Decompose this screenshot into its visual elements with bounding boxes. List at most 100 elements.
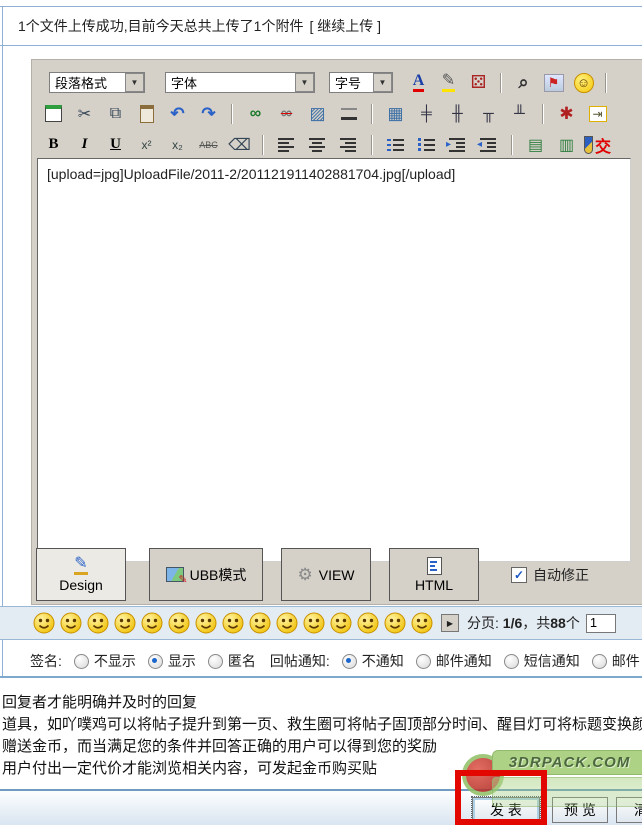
emoticon-angry-icon[interactable] [357, 612, 379, 634]
post-options-bar: 签名: 不显示显示匿名 回帖通知: 不通知邮件通知短信通知邮件 [0, 646, 642, 678]
emoticon-wink-icon[interactable] [195, 612, 217, 634]
split-cell-icon: ╪ [421, 105, 432, 122]
dropdown-arrow-icon[interactable]: ▼ [295, 73, 314, 92]
dropdown-arrow-icon[interactable]: ▼ [373, 73, 392, 92]
outdent-icon [480, 138, 497, 152]
notify-radio-1[interactable] [416, 654, 431, 669]
emoticon-surprised-icon[interactable] [411, 612, 433, 634]
paste-word-icon[interactable]: ▤ [522, 132, 549, 157]
design-icon: ✎ [74, 556, 87, 575]
emoticon-soldier-icon[interactable] [276, 612, 298, 634]
signature-label-1: 显示 [168, 651, 196, 671]
emoticon-pout-icon[interactable] [303, 612, 325, 634]
outdent-icon[interactable] [475, 132, 502, 157]
indent-icon[interactable] [444, 132, 471, 157]
emoticon-doubt-icon[interactable] [249, 612, 271, 634]
redo-icon[interactable]: ↷ [195, 101, 222, 126]
emoticon-laugh-icon[interactable] [33, 612, 55, 634]
font-select[interactable]: 字体 ▼ [165, 72, 315, 93]
align-center-icon[interactable] [304, 132, 331, 157]
notify-radio-3[interactable] [592, 654, 607, 669]
security-text: 交 [595, 133, 611, 157]
editor-mode-row: ✎ Design UBB模式 ⚙ VIEW HTML ✓ 自动修正 [36, 548, 589, 601]
color-wheel-icon: ✱ [559, 104, 573, 124]
horizontal-rule-icon[interactable] [335, 101, 362, 126]
autocorrect-checkbox[interactable]: ✓ [511, 567, 527, 583]
toolbar-separator [262, 135, 264, 155]
upload-status-text: 1个文件上传成功,目前今天总共上传了1个附件 [18, 16, 303, 36]
remove-link-icon[interactable]: ∞ [273, 101, 300, 126]
font-color-icon[interactable]: A [405, 70, 432, 95]
underline-icon[interactable]: U [102, 132, 129, 157]
cut-icon[interactable]: ✂ [71, 101, 98, 126]
highlight-icon[interactable]: ✎ [435, 70, 462, 95]
undo-icon: ↶ [170, 104, 184, 124]
paragraph-format-select[interactable]: 段落格式 ▼ [49, 72, 145, 93]
emoticon-icon[interactable]: ☺ [570, 70, 597, 95]
subscript-icon[interactable]: x₂ [164, 132, 191, 157]
signature-radio-1[interactable] [148, 654, 163, 669]
insert-row-icon[interactable]: ╥ [475, 101, 502, 126]
watermark-text: 3DRPACK.COM [509, 754, 631, 771]
undo-icon[interactable]: ↶ [164, 101, 191, 126]
emoticon-wave-icon[interactable] [330, 612, 352, 634]
ubb-icon [166, 567, 184, 582]
signature-radio-0[interactable] [74, 654, 89, 669]
emoticon-cool-icon[interactable] [141, 612, 163, 634]
emoticon-furious-icon[interactable] [168, 612, 190, 634]
pagination-page: 1/6 [503, 615, 522, 631]
notify-radio-0[interactable] [342, 654, 357, 669]
split-cell-icon[interactable]: ╪ [413, 101, 440, 126]
notify-radio-2[interactable] [504, 654, 519, 669]
insert-row-icon: ╥ [483, 105, 494, 122]
pagination-total: 88 [550, 615, 566, 631]
paste-icon[interactable] [133, 101, 160, 126]
color-wheel-icon[interactable]: ✱ [553, 101, 580, 126]
emoticon-page-input[interactable]: 1 [586, 614, 616, 633]
copy-icon[interactable]: ⧉ [102, 101, 129, 126]
security-shield-icon[interactable]: 交 [584, 132, 611, 157]
design-mode-button[interactable]: ✎ Design [36, 548, 126, 601]
dropdown-arrow-icon[interactable]: ▼ [125, 73, 144, 92]
italic-icon[interactable]: I [71, 132, 98, 157]
paste-text-icon[interactable]: ▥ [553, 132, 580, 157]
translate-flag-icon[interactable]: ⚑ [540, 70, 567, 95]
signature-radio-2[interactable] [208, 654, 223, 669]
find-icon[interactable]: ⌕ [510, 70, 537, 95]
unordered-list-icon[interactable] [413, 132, 440, 157]
emoticon-cry-icon[interactable] [384, 612, 406, 634]
superscript-icon[interactable]: x² [133, 132, 160, 157]
publish-highlight-box [455, 770, 547, 825]
insert-image-icon[interactable]: ▨ [304, 101, 331, 126]
emoticon-blush-icon[interactable] [114, 612, 136, 634]
align-right-icon[interactable] [335, 132, 362, 157]
align-left-icon[interactable] [273, 132, 300, 157]
ordered-list-icon[interactable] [382, 132, 409, 157]
ubb-mode-button[interactable]: UBB模式 [149, 548, 263, 601]
emoticon-shy-icon[interactable] [222, 612, 244, 634]
eraser-icon[interactable]: ⌫ [226, 132, 253, 157]
insert-link-icon: ∞ [250, 105, 261, 123]
bold-icon[interactable]: B [40, 132, 67, 157]
notify-label-2: 短信通知 [524, 651, 580, 671]
insert-link-icon[interactable]: ∞ [242, 101, 269, 126]
paragraph-format-label: 段落格式 [55, 73, 107, 92]
insert-table-icon[interactable]: ▦ [382, 101, 409, 126]
left-divider [2, 6, 3, 678]
underline-icon: U [110, 136, 121, 153]
font-size-select[interactable]: 字号 ▼ [329, 72, 393, 93]
exit-icon[interactable]: ⇥ [584, 101, 611, 126]
merge-cell-icon[interactable]: ╫ [444, 101, 471, 126]
continue-upload-link[interactable]: [ 继续上传 ] [309, 16, 381, 36]
pagination-total-prefix: ，共 [522, 615, 550, 631]
emoticon-next-page-button[interactable]: ▶ [441, 614, 459, 632]
editor-textarea[interactable]: [upload=jpg]UploadFile/2011-2/2011219114… [37, 158, 631, 562]
emoticon-love-icon[interactable] [60, 612, 82, 634]
html-mode-button[interactable]: HTML [389, 548, 479, 601]
emoticon-frown-icon[interactable] [87, 612, 109, 634]
strikethrough-icon[interactable]: ABC [195, 132, 222, 157]
split-column-icon[interactable]: ╨ [506, 101, 533, 126]
view-mode-button[interactable]: ⚙ VIEW [281, 548, 371, 601]
dice-icon[interactable]: ⚄ [465, 70, 492, 95]
new-document-icon[interactable] [40, 101, 67, 126]
